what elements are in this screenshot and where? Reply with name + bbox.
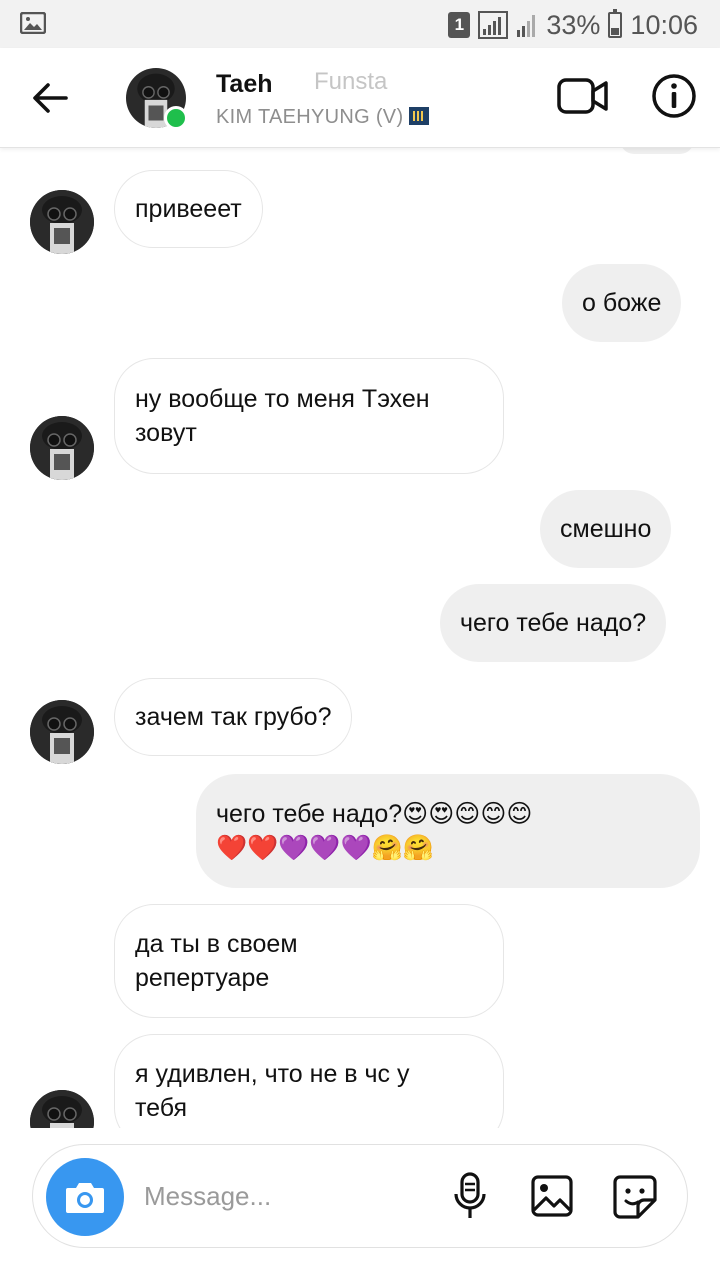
message-text: зачем так грубо? (135, 703, 332, 731)
microphone-icon[interactable] (450, 1172, 490, 1220)
info-icon[interactable] (650, 72, 698, 120)
camera-button[interactable] (46, 1158, 124, 1236)
outgoing-message[interactable]: чего тебе надо?😍😍😊😊😊 ❤️❤️💜💜💜🤗🤗 (196, 774, 700, 888)
contact-name[interactable]: Taeh (216, 70, 273, 99)
signal-icon (478, 11, 509, 39)
outgoing-message[interactable]: чего тебе надо? (440, 584, 667, 662)
contact-username-text: KIM TAEHYUNG (V) (216, 106, 404, 128)
battery-icon (608, 9, 623, 38)
avatar[interactable] (30, 700, 94, 764)
message-text: тебя (135, 1094, 188, 1122)
message-text: привееет (135, 195, 242, 223)
camera-icon (66, 1183, 104, 1213)
incoming-message[interactable]: да ты в своем репертуаре (114, 904, 504, 1018)
gallery-icon[interactable] (530, 1174, 574, 1218)
incoming-message[interactable]: ну вообще то меня Тэхен зовут (114, 358, 504, 474)
message-text: о боже (582, 289, 662, 317)
outgoing-message[interactable]: о боже (562, 264, 682, 342)
signal-icon-2 (517, 15, 536, 37)
back-arrow-icon[interactable] (28, 78, 72, 118)
message-text: ❤️❤️💜💜💜🤗🤗 (216, 834, 434, 862)
sticker-icon[interactable] (612, 1174, 658, 1220)
message-text: репертуаре (135, 964, 270, 992)
chat-header: Taeh KIM TAEHYUNG (V) (0, 48, 720, 148)
status-bar: 1 33% 10:06 (0, 0, 720, 48)
sim-badge: 1 (448, 12, 471, 38)
message-text: зовут (135, 419, 197, 447)
message-input[interactable] (144, 1172, 424, 1220)
message-text: смешно (560, 515, 652, 543)
online-indicator (164, 106, 188, 130)
battery-percent: 33% (546, 9, 601, 40)
message-text: я удивлен, что не в чс у (135, 1060, 410, 1088)
contact-username: KIM TAEHYUNG (V) (216, 106, 430, 129)
message-text: ну вообще то меня Тэхен (135, 385, 430, 413)
flag-emoji (409, 107, 430, 125)
incoming-message[interactable]: зачем так грубо? (114, 678, 353, 756)
message-text: чего тебе надо?😍😍😊😊😊 (216, 800, 533, 828)
image-notification-icon (20, 12, 46, 34)
incoming-message[interactable]: привееет (114, 170, 263, 248)
clock: 10:06 (630, 9, 698, 40)
video-call-icon[interactable] (556, 74, 610, 118)
watermark: Funsta (314, 68, 388, 95)
message-text: чего тебе надо? (460, 609, 647, 637)
outgoing-message[interactable]: смешно (540, 490, 672, 568)
message-text: да ты в своем (135, 930, 298, 958)
avatar[interactable] (30, 190, 94, 254)
avatar[interactable] (30, 416, 94, 480)
